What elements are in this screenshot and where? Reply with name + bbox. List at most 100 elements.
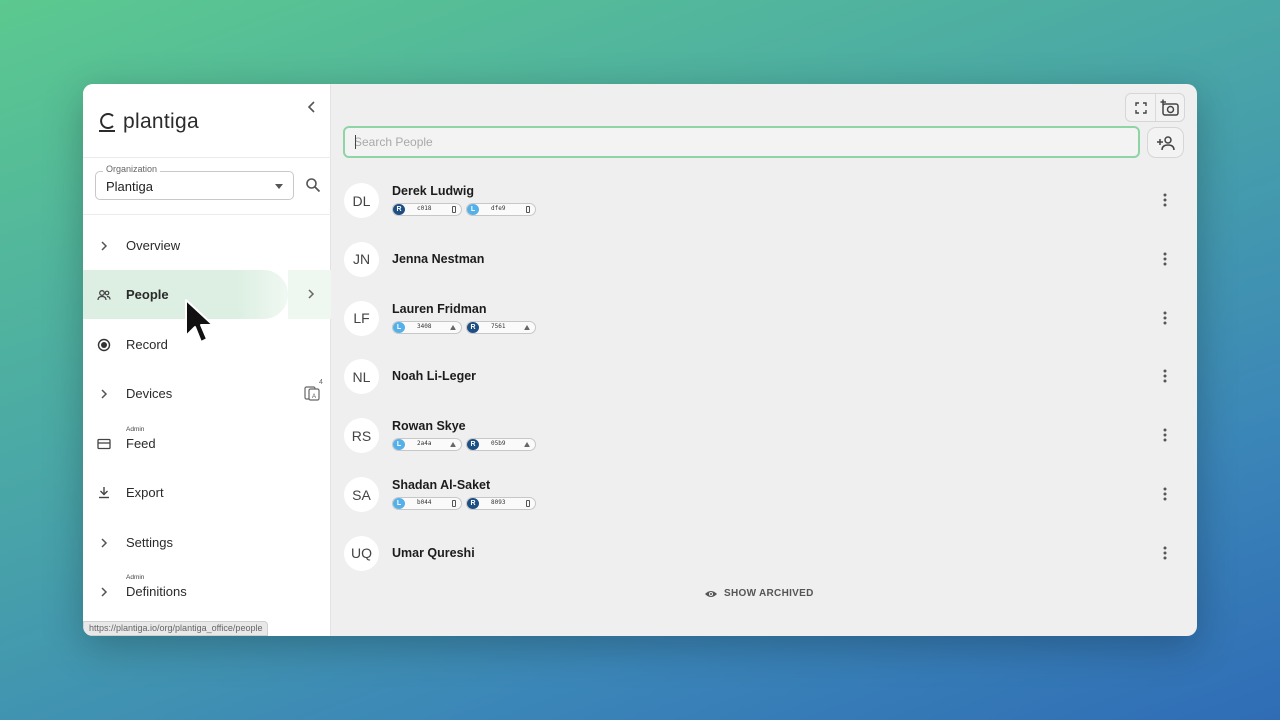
person-name[interactable]: Lauren Fridman xyxy=(392,302,486,316)
more-options-button[interactable] xyxy=(1162,427,1168,443)
battery-icon xyxy=(452,206,456,213)
add-person-icon xyxy=(1156,135,1175,150)
sensor-id: c018 xyxy=(417,205,432,212)
eye-icon xyxy=(705,590,717,597)
nav-label-people: People xyxy=(126,287,169,302)
fullscreen-button[interactable] xyxy=(1126,94,1155,121)
svg-text:A: A xyxy=(312,394,316,400)
download-icon xyxy=(97,486,111,500)
person-name[interactable]: Umar Qureshi xyxy=(392,546,475,560)
sidebar: plantiga Organization Plantiga Overview xyxy=(83,84,331,636)
nav-item-definitions[interactable]: Admin Definitions xyxy=(83,567,331,616)
feed-icon xyxy=(97,437,111,451)
admin-tag: Admin xyxy=(126,574,145,581)
search-people-field[interactable] xyxy=(343,126,1140,158)
main-content: DL Derek Ludwig Rc018 Ldfe9 JN Jenna Nestman L… xyxy=(332,84,1197,636)
person-row[interactable]: UQ Umar Qureshi xyxy=(332,524,1197,583)
sensor-side-badge: L xyxy=(393,321,405,333)
add-photo-button[interactable] xyxy=(1155,94,1184,121)
sensor-chip[interactable]: R 7561 xyxy=(466,320,536,334)
record-icon xyxy=(97,338,111,352)
show-archived-label: SHOW ARCHIVED xyxy=(724,588,814,599)
nav-item-export[interactable]: Export xyxy=(83,468,331,517)
avatar: NL xyxy=(344,359,379,395)
add-person-button[interactable] xyxy=(1147,127,1184,158)
person-name[interactable]: Shadan Al-Saket xyxy=(392,478,490,492)
person-name[interactable]: Jenna Nestman xyxy=(392,252,484,266)
collapse-sidebar-button[interactable] xyxy=(303,98,321,116)
more-vertical-icon xyxy=(1163,428,1167,442)
more-vertical-icon xyxy=(1163,311,1167,325)
chevron-right-icon xyxy=(307,287,315,302)
plantiga-logo-icon xyxy=(99,113,115,132)
text-caret xyxy=(355,135,356,149)
nav-item-devices[interactable]: Devices A 4 xyxy=(83,369,331,418)
show-archived-button[interactable]: SHOW ARCHIVED xyxy=(704,588,814,599)
person-row[interactable]: LF Lauren Fridman L 3408 R 7561 xyxy=(332,289,1197,348)
sensor-chip[interactable]: Lb044 xyxy=(392,497,462,510)
battery-icon xyxy=(526,206,530,213)
nav-item-settings[interactable]: Settings xyxy=(83,518,331,567)
sensor-chip[interactable]: R 05b9 xyxy=(466,438,536,452)
top-toolbar xyxy=(1125,93,1185,122)
nav-label-overview: Overview xyxy=(126,238,181,253)
more-options-button[interactable] xyxy=(1162,545,1168,561)
organization-select[interactable]: Organization Plantiga xyxy=(95,164,294,200)
more-options-button[interactable] xyxy=(1162,251,1168,267)
more-vertical-icon xyxy=(1163,546,1167,560)
sensor-chip[interactable]: L 3408 xyxy=(392,320,462,334)
sensor-side-badge: R xyxy=(467,498,479,509)
sensor-id: 7561 xyxy=(491,322,506,330)
person-row[interactable]: JN Jenna Nestman xyxy=(332,230,1197,289)
nav-label-definitions: Definitions xyxy=(126,584,187,599)
sensor-side-badge: L xyxy=(393,439,405,451)
logo: plantiga xyxy=(97,110,199,134)
nav-item-overview[interactable]: Overview xyxy=(83,221,331,270)
search-input[interactable] xyxy=(345,128,1138,156)
sensor-chip[interactable]: R 8093 xyxy=(466,497,536,510)
more-vertical-icon xyxy=(1163,487,1167,501)
person-name[interactable]: Rowan Skye xyxy=(392,419,466,433)
sensor-id: dfe9 xyxy=(491,205,506,212)
more-options-button[interactable] xyxy=(1162,310,1168,326)
person-row[interactable]: SA Shadan Al-Saket Lb044 R 8093 xyxy=(332,465,1197,524)
avatar: DL xyxy=(344,183,379,218)
battery-icon xyxy=(452,500,456,507)
avatar: JN xyxy=(344,241,379,277)
sensor-chip[interactable]: L 2a4a xyxy=(392,438,462,452)
sensor-side-badge: L xyxy=(467,204,479,215)
nav-item-feed[interactable]: Admin Feed xyxy=(83,419,331,468)
sensor-side-badge: R xyxy=(467,321,479,333)
signal-icon xyxy=(450,324,456,330)
chevron-right-icon xyxy=(97,387,111,401)
sensor-chips: Rc018 Ldfe9 xyxy=(392,203,536,216)
person-row[interactable]: DL Derek Ludwig Rc018 Ldfe9 xyxy=(332,171,1197,230)
nav-label-settings: Settings xyxy=(126,535,173,550)
person-row[interactable]: NL Noah Li-Leger xyxy=(332,347,1197,406)
signal-icon xyxy=(450,442,456,448)
more-options-button[interactable] xyxy=(1162,368,1168,384)
sensor-chip[interactable]: Ldfe9 xyxy=(466,203,536,216)
sensor-side-badge: R xyxy=(467,439,479,451)
sensor-chips: L 3408 R 7561 xyxy=(392,320,536,334)
search-icon[interactable] xyxy=(305,177,321,193)
fullscreen-icon xyxy=(1134,101,1147,114)
nav-label-record: Record xyxy=(126,337,168,352)
avatar: RS xyxy=(344,418,379,454)
sensor-chip[interactable]: Rc018 xyxy=(392,203,462,216)
more-options-button[interactable] xyxy=(1162,192,1168,208)
more-options-button[interactable] xyxy=(1162,486,1168,502)
organization-value: Plantiga xyxy=(106,179,153,194)
sensor-id: 3408 xyxy=(417,322,432,330)
more-vertical-icon xyxy=(1163,252,1167,266)
caret-down-icon xyxy=(275,184,283,189)
person-name[interactable]: Derek Ludwig xyxy=(392,184,474,198)
sensor-id: 05b9 xyxy=(491,440,506,448)
chevron-right-icon xyxy=(97,585,111,599)
chevron-right-icon xyxy=(97,239,111,253)
chevron-right-icon xyxy=(97,536,111,550)
person-row[interactable]: RS Rowan Skye L 2a4a R 05b9 xyxy=(332,406,1197,465)
person-name[interactable]: Noah Li-Leger xyxy=(392,369,476,383)
avatar: UQ xyxy=(344,535,379,571)
mouse-cursor-icon xyxy=(185,299,214,343)
